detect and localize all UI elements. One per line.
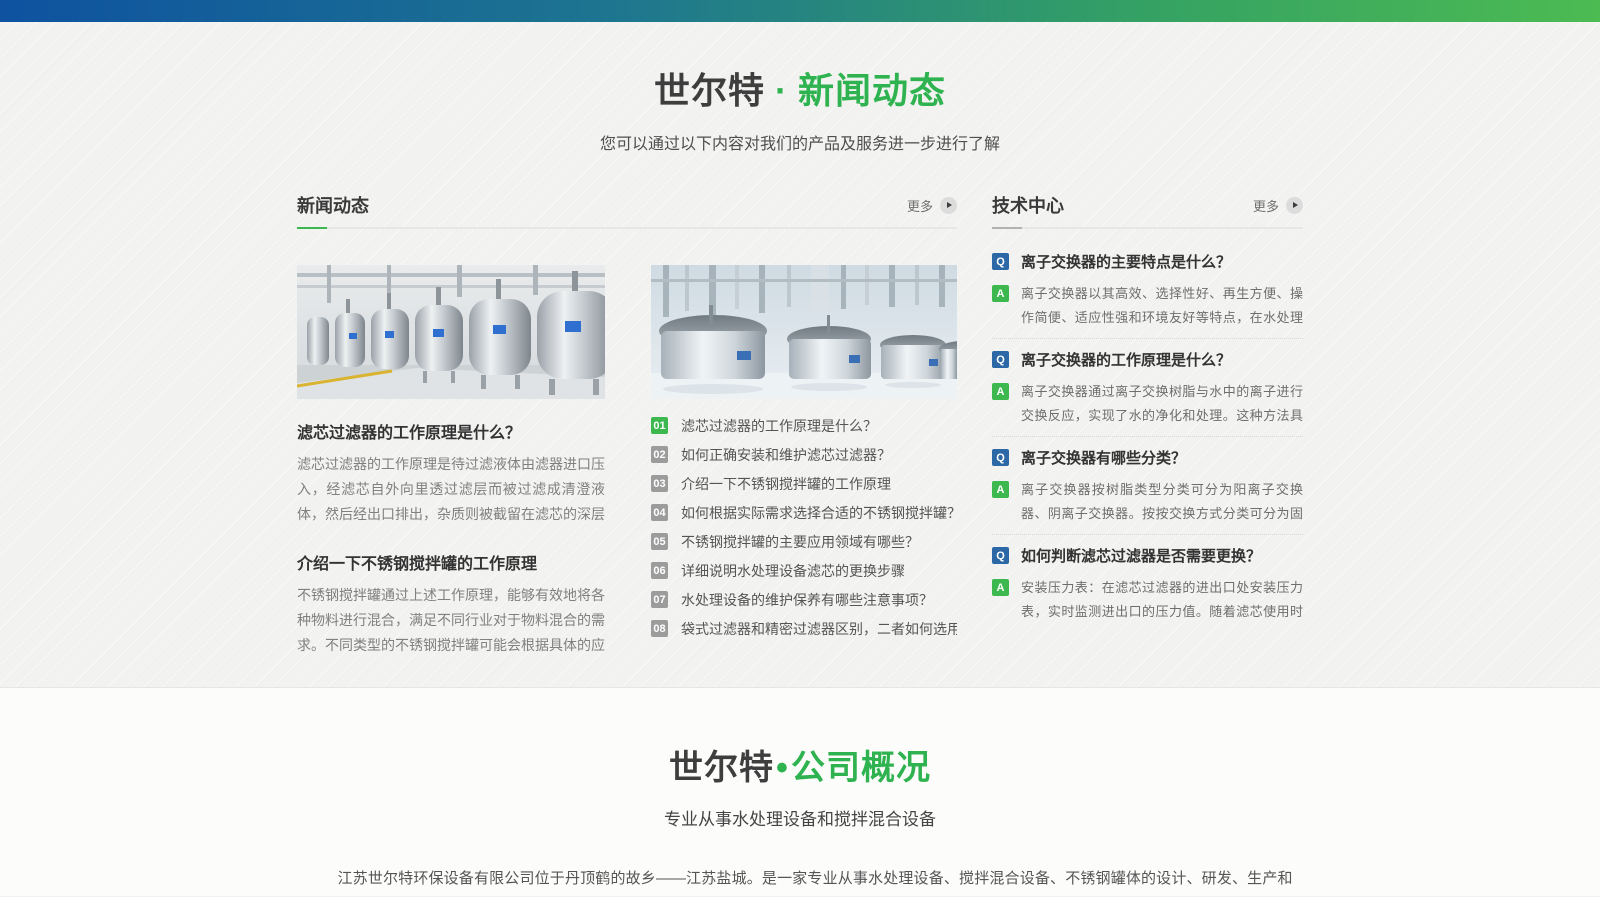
- qa-question[interactable]: Q 离子交换器的主要特点是什么？: [992, 251, 1303, 272]
- list-number-badge: 01: [651, 417, 668, 434]
- qa-item: Q 离子交换器的工作原理是什么？ A 离子交换器通过离子交换树脂与水中的离子进行…: [992, 339, 1303, 437]
- tech-center-column: 技术中心 更多 Q 离子交换器的主要特点是什么？ A 离子交换器以其高效、选择性…: [992, 188, 1303, 658]
- qa-question[interactable]: Q 离子交换器的工作原理是什么？: [992, 349, 1303, 370]
- top-gradient-bar: [0, 0, 1600, 22]
- question-badge: Q: [992, 253, 1009, 270]
- qa-question[interactable]: Q 如何判断滤芯过滤器是否需要更换？: [992, 545, 1303, 566]
- question-badge: Q: [992, 449, 1009, 466]
- news-section-subtitle: 您可以通过以下内容对我们的产品及服务进一步进行了解: [0, 130, 1600, 154]
- title-dot-separator: •: [776, 749, 789, 787]
- about-section-header: 世尔特•公司概况 专业从事水处理设备和搅拌混合设备: [0, 740, 1600, 830]
- mixing-tanks-illustration: [651, 265, 957, 399]
- news-overview-section: 世尔特·新闻动态 您可以通过以下内容对我们的产品及服务进一步进行了解 新闻动态 …: [0, 22, 1600, 688]
- about-section-title: 世尔特•公司概况: [0, 740, 1600, 789]
- qa-question[interactable]: Q 离子交换器有哪些分类？: [992, 447, 1303, 468]
- news-list-item[interactable]: 02 如何正确安装和维护滤芯过滤器？: [651, 440, 957, 469]
- news-title-list: 01 滤芯过滤器的工作原理是什么？ 02 如何正确安装和维护滤芯过滤器？ 03 …: [651, 411, 957, 643]
- list-number-badge: 03: [651, 475, 668, 492]
- company-overview-section: 世尔特•公司概况 专业从事水处理设备和搅拌混合设备 江苏世尔特环保设备有限公司位…: [0, 688, 1600, 896]
- news-column-divider: [297, 227, 957, 229]
- qa-item: Q 离子交换器的主要特点是什么？ A 离子交换器以其高效、选择性好、再生方便、操…: [992, 241, 1303, 339]
- qa-answer: A 安装压力表：在滤芯过滤器的进出口处安装压力表，实时监测进出口的压力值。随着滤…: [992, 576, 1303, 624]
- news-section-title-highlight: 新闻动态: [798, 70, 946, 111]
- more-arrow-icon[interactable]: [1286, 197, 1303, 214]
- answer-badge: A: [992, 481, 1009, 498]
- article-title[interactable]: 滤芯过滤器的工作原理是什么？: [297, 419, 605, 443]
- news-list-item[interactable]: 06 详细说明水处理设备滤芯的更换步骤: [651, 556, 957, 585]
- question-badge: Q: [992, 351, 1009, 368]
- qa-item: Q 离子交换器有哪些分类？ A 离子交换器按树脂类型分类可分为阳离子交换器、阴离…: [992, 437, 1303, 535]
- news-photo-mixing-tanks[interactable]: [651, 265, 957, 399]
- tech-column-header: 技术中心 更多: [992, 188, 1303, 222]
- list-number-badge: 07: [651, 591, 668, 608]
- news-list-item[interactable]: 08 袋式过滤器和精密过滤器区别，二者如何选用: [651, 614, 957, 643]
- tech-more-link[interactable]: 更多: [1253, 196, 1303, 215]
- qa-answer: A 离子交换器按树脂类型分类可分为阳离子交换器、阴离子交换器。按按交换方式分类可…: [992, 478, 1303, 526]
- qa-answer: A 离子交换器通过离子交换树脂与水中的离子进行交换反应，实现了水的净化和处理。这…: [992, 380, 1303, 428]
- news-more-link[interactable]: 更多: [907, 196, 957, 215]
- tech-column-divider: [992, 227, 1303, 229]
- answer-badge: A: [992, 579, 1009, 596]
- news-list-item[interactable]: 05 不锈钢搅拌罐的主要应用领域有哪些？: [651, 527, 957, 556]
- news-list-item[interactable]: 03 介绍一下不锈钢搅拌罐的工作原理: [651, 469, 957, 498]
- article-excerpt: 滤芯过滤器的工作原理是待过滤液体由滤器进口压入，经滤芯自外向里透过滤层而被过滤成…: [297, 452, 605, 527]
- news-list-item[interactable]: 01 滤芯过滤器的工作原理是什么？: [651, 411, 957, 440]
- news-column-header: 新闻动态 更多: [297, 188, 957, 222]
- news-list-card: 01 滤芯过滤器的工作原理是什么？ 02 如何正确安装和维护滤芯过滤器？ 03 …: [651, 265, 957, 658]
- news-section-header: 世尔特·新闻动态 您可以通过以下内容对我们的产品及服务进一步进行了解: [0, 62, 1600, 154]
- answer-badge: A: [992, 383, 1009, 400]
- list-number-badge: 02: [651, 446, 668, 463]
- tech-more-label: 更多: [1253, 196, 1279, 215]
- news-article-card: 滤芯过滤器的工作原理是什么？ 滤芯过滤器的工作原理是待过滤液体由滤器进口压入，经…: [297, 265, 605, 658]
- content-columns: 新闻动态 更多: [297, 188, 1303, 658]
- list-number-badge: 08: [651, 620, 668, 637]
- list-number-badge: 05: [651, 533, 668, 550]
- answer-badge: A: [992, 285, 1009, 302]
- about-section-subtitle: 专业从事水处理设备和搅拌混合设备: [0, 805, 1600, 830]
- list-number-badge: 06: [651, 562, 668, 579]
- news-section-title: 世尔特·新闻动态: [0, 62, 1600, 114]
- news-column: 新闻动态 更多: [297, 188, 957, 658]
- news-column-title: 新闻动态: [297, 192, 369, 218]
- news-list-item[interactable]: 04 如何根据实际需求选择合适的不锈钢搅拌罐？: [651, 498, 957, 527]
- qa-answer: A 离子交换器以其高效、选择性好、再生方便、操作简便、适应性强和环境友好等特点，…: [992, 282, 1303, 330]
- company-intro-paragraph: 江苏世尔特环保设备有限公司位于丹顶鹤的故乡——江苏盐城。是一家专业从事水处理设备…: [308, 862, 1293, 897]
- more-arrow-icon[interactable]: [940, 197, 957, 214]
- about-section-title-highlight: 公司概况: [791, 749, 931, 787]
- news-list-item[interactable]: 07 水处理设备的维护保养有哪些注意事项？: [651, 585, 957, 614]
- question-badge: Q: [992, 547, 1009, 564]
- tech-column-title: 技术中心: [992, 192, 1064, 218]
- article-title[interactable]: 介绍一下不锈钢搅拌罐的工作原理: [297, 550, 605, 574]
- qa-item: Q 如何判断滤芯过滤器是否需要更换？ A 安装压力表：在滤芯过滤器的进出口处安装…: [992, 535, 1303, 632]
- factory-tanks-illustration: [297, 265, 605, 399]
- qa-list: Q 离子交换器的主要特点是什么？ A 离子交换器以其高效、选择性好、再生方便、操…: [992, 241, 1303, 632]
- brand-name: 世尔特: [654, 70, 765, 111]
- title-dot-separator: ·: [775, 70, 788, 111]
- news-photo-tank-row[interactable]: [297, 265, 605, 399]
- list-number-badge: 04: [651, 504, 668, 521]
- article-excerpt: 不锈钢搅拌罐通过上述工作原理，能够有效地将各种物料进行混合，满足不同行业对于物料…: [297, 583, 605, 658]
- brand-name: 世尔特: [669, 749, 774, 787]
- news-more-label: 更多: [907, 196, 933, 215]
